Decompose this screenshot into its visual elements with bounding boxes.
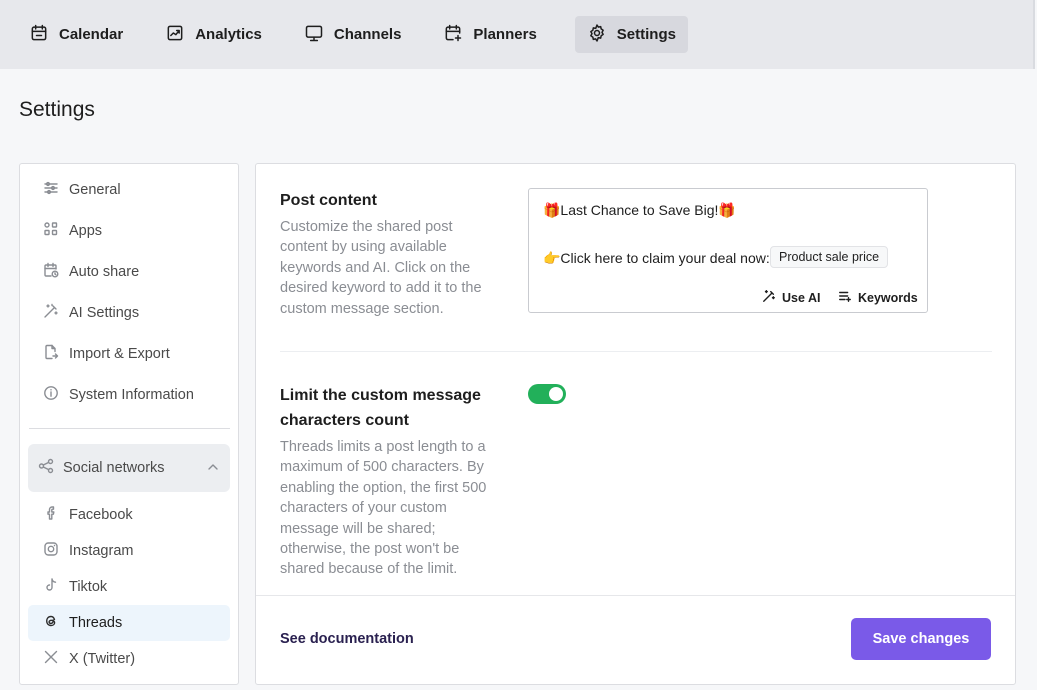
nav-tab-planners[interactable]: Planners (431, 16, 548, 53)
sidebar-item-apps[interactable]: Apps (20, 214, 238, 248)
limit-title: Limit the custom message characters coun… (280, 387, 481, 429)
analytics-icon (165, 23, 185, 47)
sidebar-item-label: AI Settings (69, 305, 140, 321)
keywords-label: Keywords (858, 290, 918, 305)
custom-message-editor[interactable]: 🎁Last Chance to Save Big!🎁 👉Click here t… (528, 188, 928, 313)
magic-wand-icon (762, 289, 776, 306)
sidebar-item-label: Auto share (69, 264, 140, 280)
calendar-plus-icon (443, 23, 463, 47)
editor-line-2: 👉Click here to claim your deal now: (543, 250, 770, 266)
sidebar-item-label: General (69, 182, 121, 198)
sidebar-item-label: Tiktok (69, 579, 108, 595)
sliders-icon (43, 180, 59, 200)
nav-tab-calendar[interactable]: Calendar (17, 16, 135, 53)
keyword-chip[interactable]: Product sale price (770, 246, 889, 268)
nav-tab-settings[interactable]: Settings (574, 16, 688, 53)
gear-icon (587, 23, 607, 47)
use-ai-button[interactable]: Use AI (762, 289, 820, 306)
sidebar-item-label: Facebook (69, 507, 133, 523)
sidebar-item-system-information[interactable]: System Information (20, 378, 238, 412)
info-icon (43, 385, 59, 405)
page-title: Settings (19, 98, 95, 121)
sidebar-item-label: Apps (69, 223, 103, 239)
nav-tab-label: Settings (616, 26, 676, 43)
sidebar-item-label: X (Twitter) (69, 651, 136, 667)
settings-sidebar: General Apps Auto share AI Settings Impo… (19, 163, 239, 685)
sidebar-item-label: Instagram (69, 543, 134, 559)
calendar-icon (29, 23, 49, 47)
sidebar-item-tiktok[interactable]: Tiktok (28, 569, 230, 605)
post-content-title: Post content (280, 192, 377, 209)
keywords-button[interactable]: Keywords (838, 289, 918, 306)
sidebar-divider (29, 428, 230, 429)
editor-line-1: 🎁Last Chance to Save Big!🎁 (543, 202, 736, 218)
calendar-clock-icon (43, 262, 59, 282)
sidebar-item-label: Threads (69, 615, 123, 631)
section-divider (280, 351, 992, 352)
apps-grid-icon (43, 221, 59, 241)
toggle-knob (549, 387, 563, 401)
chevron-up-icon (206, 460, 220, 474)
limit-characters-toggle[interactable] (528, 384, 566, 404)
see-documentation-link[interactable]: See documentation (280, 631, 414, 647)
post-content-description: Customize the shared post content by usi… (280, 219, 482, 317)
sidebar-item-threads[interactable]: Threads (28, 605, 230, 641)
nav-tab-channels[interactable]: Channels (292, 16, 414, 53)
social-networks-label: Social networks (63, 460, 165, 476)
sidebar-item-import-export[interactable]: Import & Export (20, 337, 238, 371)
nav-tab-label: Channels (333, 26, 402, 43)
social-networks-toggle[interactable]: Social networks (28, 444, 230, 492)
list-plus-icon (838, 289, 852, 306)
sidebar-item-x-twitter[interactable]: X (Twitter) (28, 641, 230, 677)
instagram-icon (43, 541, 59, 561)
nav-tab-analytics[interactable]: Analytics (153, 16, 274, 53)
settings-panel: Post content Customize the shared post c… (255, 163, 1016, 685)
threads-icon (43, 613, 59, 633)
file-export-icon (43, 344, 59, 364)
sidebar-item-label: Import & Export (69, 346, 170, 362)
limit-description: Threads limits a post length to a maximu… (280, 439, 487, 578)
use-ai-label: Use AI (782, 290, 821, 305)
sidebar-item-ai-settings[interactable]: AI Settings (20, 296, 238, 330)
footer-divider (256, 595, 1015, 596)
top-navigation: Calendar Analytics Channels Planners Set… (0, 0, 1035, 69)
x-twitter-icon (43, 649, 59, 669)
nav-tab-label: Analytics (195, 26, 262, 43)
sidebar-item-general[interactable]: General (20, 173, 238, 207)
sidebar-item-auto-share[interactable]: Auto share (20, 255, 238, 289)
magic-wand-icon (43, 303, 59, 323)
sidebar-item-instagram[interactable]: Instagram (28, 533, 230, 569)
sidebar-item-facebook[interactable]: Facebook (28, 497, 230, 533)
sidebar-item-label: System Information (69, 387, 194, 403)
save-changes-button[interactable]: Save changes (851, 618, 991, 660)
nav-tab-label: Planners (473, 26, 537, 43)
facebook-icon (43, 505, 59, 525)
tiktok-icon (43, 577, 59, 597)
share-icon (38, 458, 54, 478)
monitor-icon (304, 23, 324, 47)
nav-tab-label: Calendar (59, 26, 124, 43)
